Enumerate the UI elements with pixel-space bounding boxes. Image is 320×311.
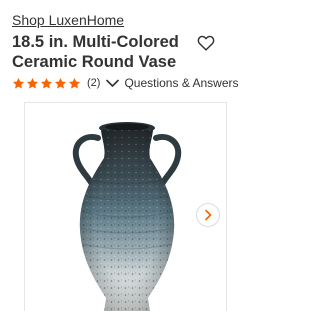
star-icon [54, 77, 67, 88]
chevron-down-icon[interactable] [106, 79, 120, 88]
questions-answers-link[interactable]: Questions & Answers [124, 76, 238, 90]
star-icon [12, 77, 25, 88]
rating-row: (2) Questions & Answers [12, 74, 239, 92]
product-image[interactable] [68, 118, 186, 311]
product-title: 18.5 in. Multi-Colored Ceramic Round Vas… [12, 32, 197, 72]
star-icon [26, 77, 39, 88]
star-icon [68, 77, 81, 88]
brand-link[interactable]: Shop LuxenHome [12, 12, 124, 29]
heart-outline-icon [197, 35, 215, 51]
product-page: Shop LuxenHome 18.5 in. Multi-Colored Ce… [0, 0, 250, 311]
product-title-line-2: Ceramic Round Vase [12, 53, 177, 71]
product-title-line-1: 18.5 in. Multi-Colored [12, 33, 179, 51]
next-image-button[interactable] [196, 203, 220, 227]
product-image-gallery [24, 102, 227, 311]
chevron-right-icon [205, 209, 212, 221]
review-count[interactable]: (2) [87, 77, 100, 89]
star-icon [40, 77, 53, 88]
star-rating[interactable] [12, 77, 82, 90]
favorite-button[interactable] [197, 35, 215, 51]
